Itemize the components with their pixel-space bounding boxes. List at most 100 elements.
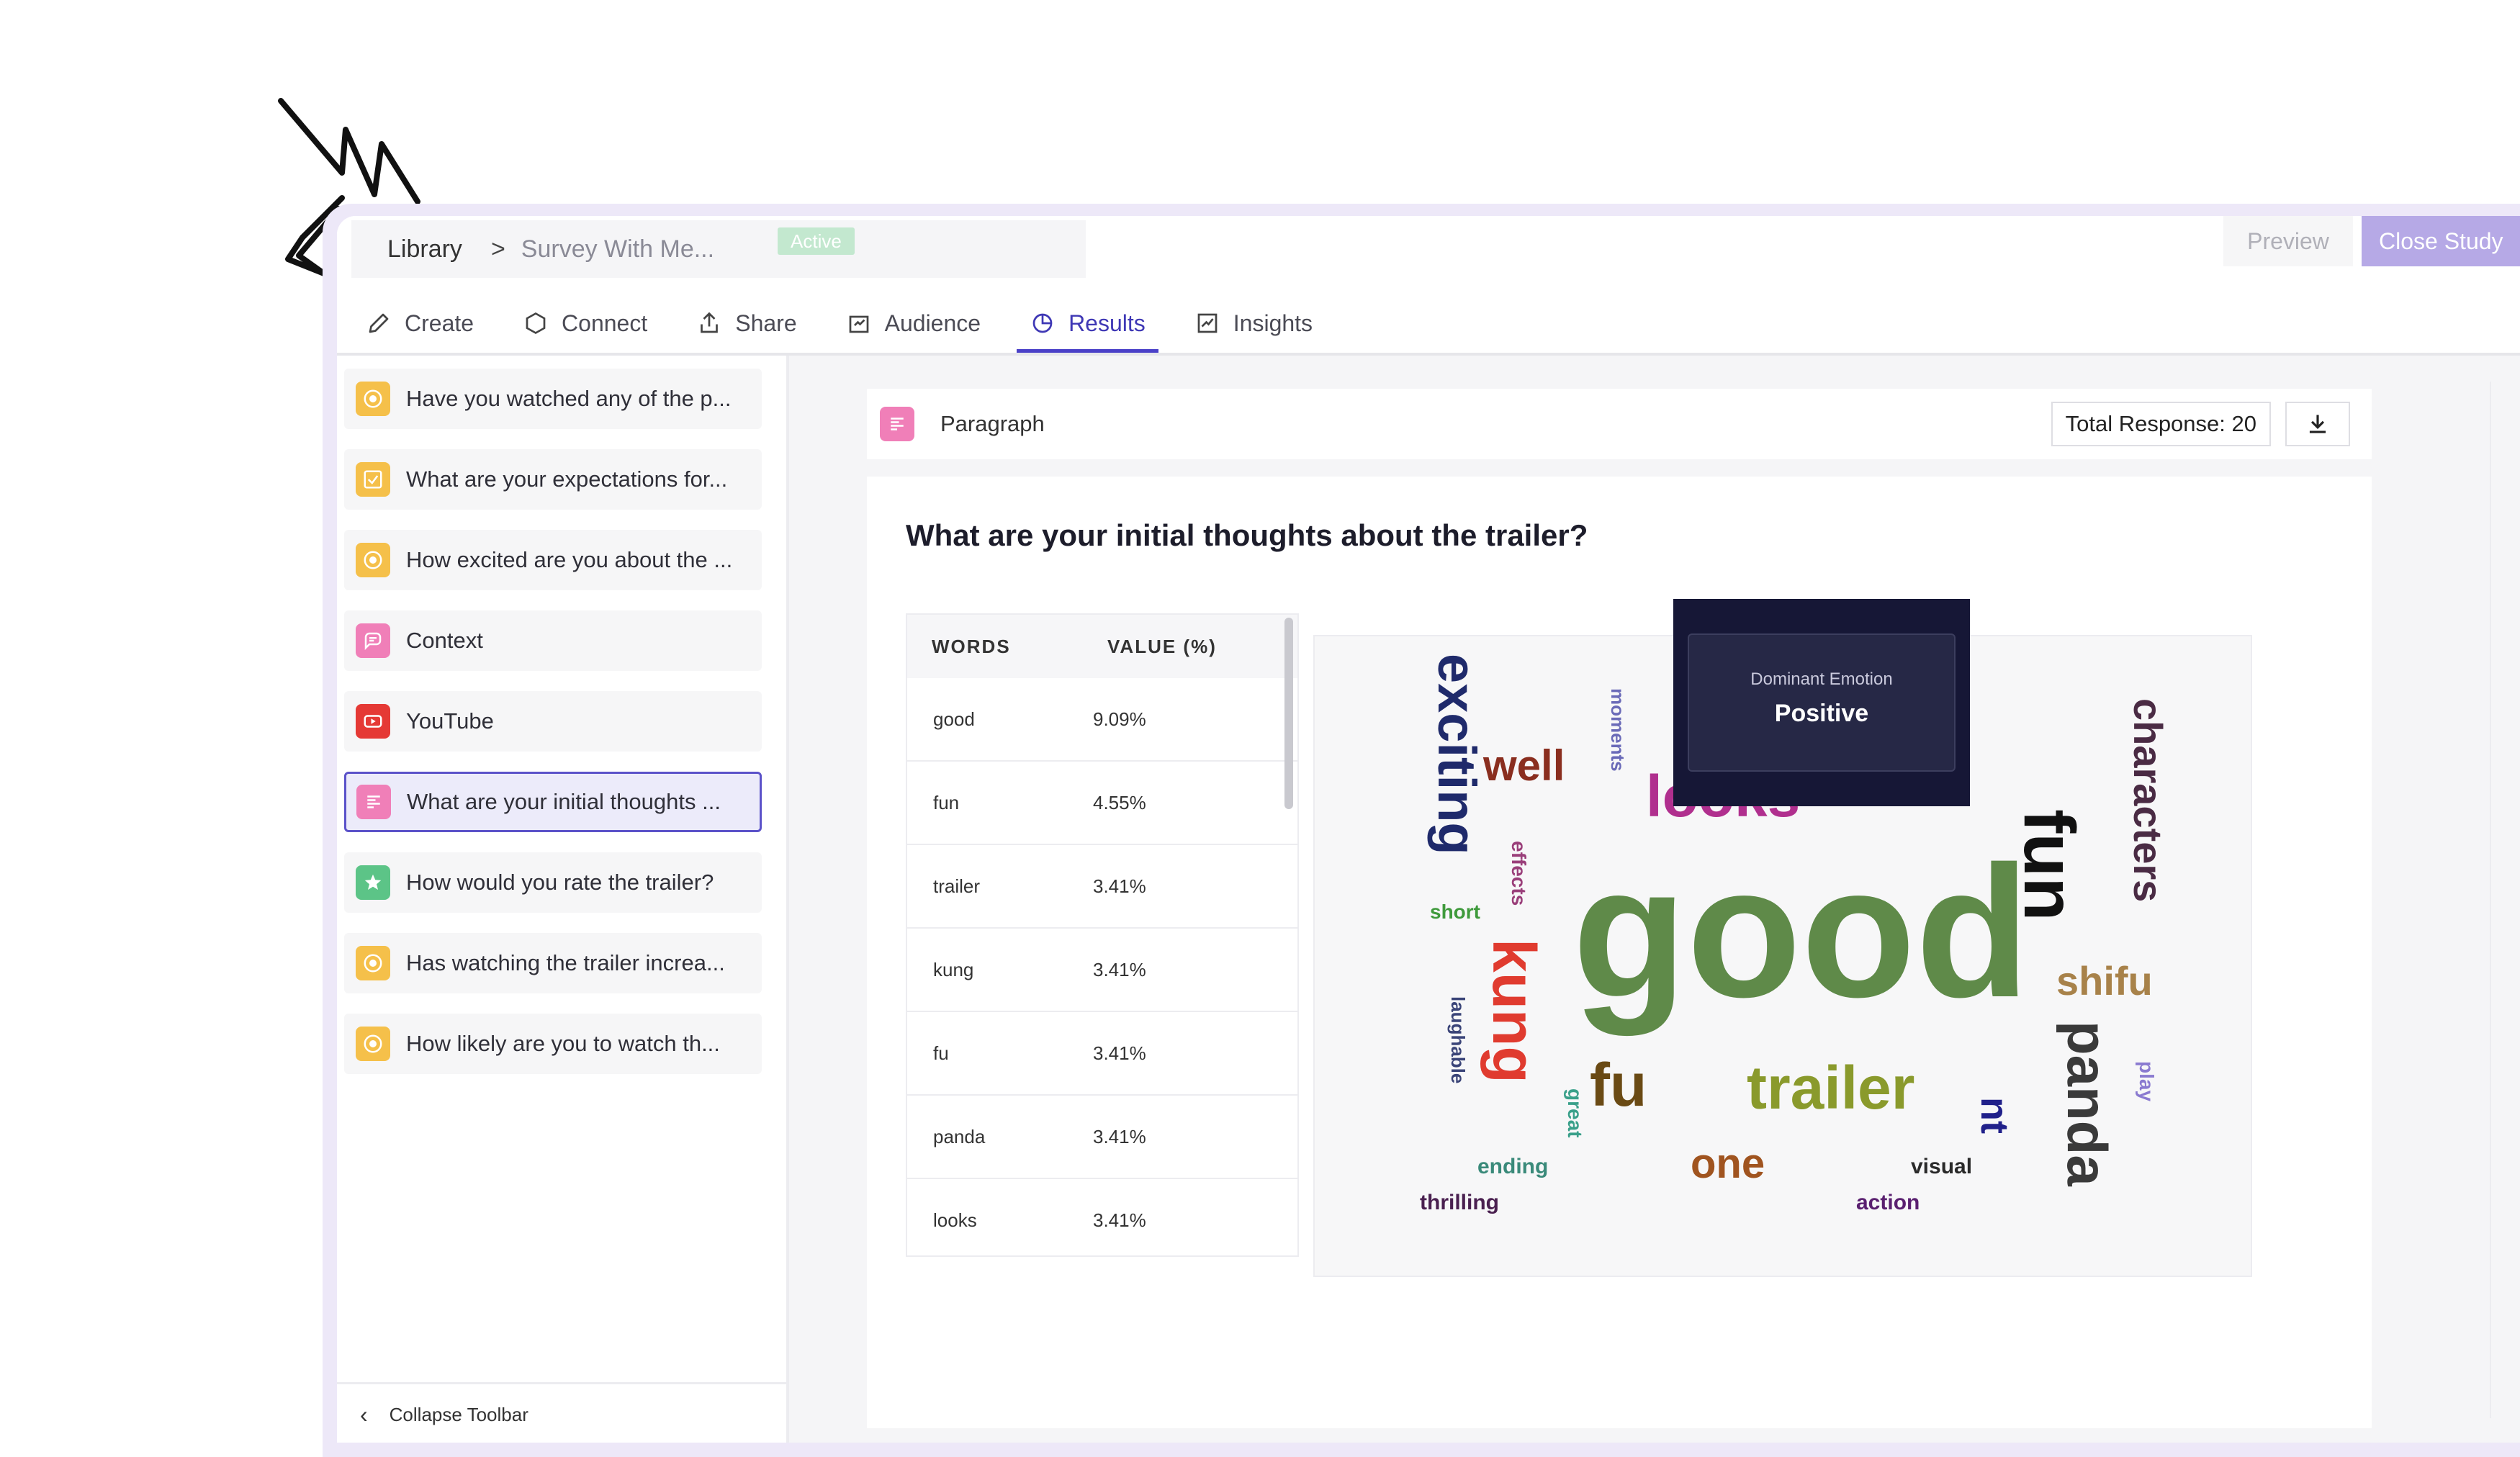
sidebar-question-label: Have you watched any of the p... [406,386,732,411]
pie-chart-icon [1032,313,1053,333]
word-cell: looks [933,1209,977,1231]
word-cell: panda [933,1125,986,1147]
sidebar-question-label: What are your initial thoughts ... [407,789,721,814]
sidebar-question-label: How would you rate the trailer? [406,870,714,895]
radio-icon [356,946,390,980]
value-cell: 3.41% [1093,1209,1146,1231]
pencil-icon [369,313,389,333]
word-great: great [1564,1088,1586,1137]
breadcrumb-survey[interactable]: Survey With Me... [521,235,714,263]
word-cell: trailer [933,875,981,897]
question-sidebar: Have you watched any of the p... What ar… [337,356,789,1443]
chevron-left-icon: ‹ [360,1401,368,1427]
word-action: action [1856,1191,1920,1214]
tab-bar: Create Connect Share Audience Results In… [366,295,1362,353]
tooltip-label: Dominant Emotion [1750,669,1893,689]
word-shifu: shifu [2056,958,2153,1003]
tab-label: Insights [1233,310,1313,336]
star-icon [356,865,390,900]
word-trailer: trailer [1747,1054,1914,1122]
emotion-tooltip-card: Dominant Emotion Positive [1688,633,1956,772]
sidebar-question-2[interactable]: What are your expectations for... [344,449,762,510]
question-type-label: Paragraph [940,411,1045,436]
table-row: kung 3.41% [907,929,1297,1012]
breadcrumb-library[interactable]: Library [387,235,462,263]
tab-audience[interactable]: Audience [846,295,981,351]
value-cell: 3.41% [1093,1042,1146,1064]
audience-icon [849,315,868,333]
table-row: fu 3.41% [907,1012,1297,1096]
sidebar-question-9[interactable]: How likely are you to watch th... [344,1014,762,1074]
word-nt: nt [1973,1097,2016,1134]
emotion-tooltip: Dominant Emotion Positive [1673,599,1970,806]
sidebar-question-label: How excited are you about the ... [406,547,733,572]
checkbox-icon [356,462,390,497]
sidebar-question-label: Has watching the trailer increa... [406,950,725,975]
question-title: What are your initial thoughts about the… [906,518,1588,552]
tab-label: Audience [884,310,981,336]
word-thrilling: thrilling [1420,1191,1499,1214]
table-scrollbar[interactable] [1284,618,1293,809]
table-row: good 9.09% [907,678,1297,762]
word-effects: effects [1508,841,1530,906]
column-header-value: VALUE (%) [1107,635,1217,657]
radio-icon [356,1027,390,1061]
word-moments: moments [1607,688,1629,772]
word-frequency-table: WORDS VALUE (%) good 9.09% fun 4.55% trail… [906,613,1299,1257]
results-panel: Paragraph Total Response: 20 What are yo… [789,356,2520,1443]
download-button[interactable] [2285,402,2350,446]
paragraph-icon [880,407,914,441]
sidebar-question-4[interactable]: Context [344,610,762,671]
right-divider [2490,382,2491,1418]
word-cell: fu [933,1042,949,1064]
word-cell: kung [933,958,974,980]
value-cell: 3.41% [1093,875,1146,897]
sidebar-question-3[interactable]: How excited are you about the ... [344,530,762,590]
word-good: good [1572,828,2030,1037]
word-kung: kung [1480,939,1548,1083]
tab-create[interactable]: Create [366,295,474,351]
tab-label: Results [1068,310,1146,336]
tab-connect[interactable]: Connect [523,295,647,351]
sidebar-question-6[interactable]: What are your initial thoughts ... [344,772,762,832]
top-bar: Library > Survey With Me... Active Previ… [337,216,2520,356]
tab-results[interactable]: Results [1017,295,1158,353]
sidebar-question-1[interactable]: Have you watched any of the p... [344,369,762,429]
question-type-bar: Paragraph Total Response: 20 [867,389,2372,459]
result-card: What are your initial thoughts about the… [867,477,2372,1428]
status-badge: Active [778,227,855,255]
collapse-toolbar-button[interactable]: ‹ Collapse Toolbar [337,1382,786,1443]
sidebar-question-7[interactable]: How would you rate the trailer? [344,852,762,913]
radio-icon [356,543,390,577]
word-characters: characters [2125,698,2171,902]
tab-label: Share [735,310,797,336]
message-icon [356,623,390,658]
paragraph-icon [356,785,391,819]
word-well: well [1482,741,1565,790]
sidebar-question-5[interactable]: YouTube [344,691,762,752]
download-icon [2309,415,2326,433]
tooltip-value: Positive [1774,700,1869,727]
table-row: looks 3.41% [907,1179,1297,1261]
value-cell: 3.41% [1093,958,1146,980]
value-cell: 3.41% [1093,1125,1146,1147]
table-row: trailer 3.41% [907,845,1297,929]
word-one: one [1691,1140,1765,1187]
tab-share[interactable]: Share [696,295,797,351]
total-response-badge: Total Response: 20 [2051,402,2271,446]
preview-button[interactable]: Preview [2223,216,2353,266]
sidebar-question-8[interactable]: Has watching the trailer increa... [344,933,762,993]
youtube-icon [356,704,390,739]
hexagon-icon [526,312,546,335]
insights-icon [1197,313,1218,333]
word-panda: panda [2056,1021,2119,1186]
word-fun: fun [2009,809,2089,921]
word-exciting: exciting [1427,654,1487,855]
breadcrumb-separator: > [490,235,505,263]
value-cell: 9.09% [1093,708,1146,730]
word-ending: ending [1477,1155,1548,1178]
tab-insights[interactable]: Insights [1194,295,1313,351]
app-window: Library > Survey With Me... Active Previ… [337,216,2520,1443]
tab-label: Connect [562,310,648,336]
close-study-button[interactable]: Close Study [2362,216,2520,266]
